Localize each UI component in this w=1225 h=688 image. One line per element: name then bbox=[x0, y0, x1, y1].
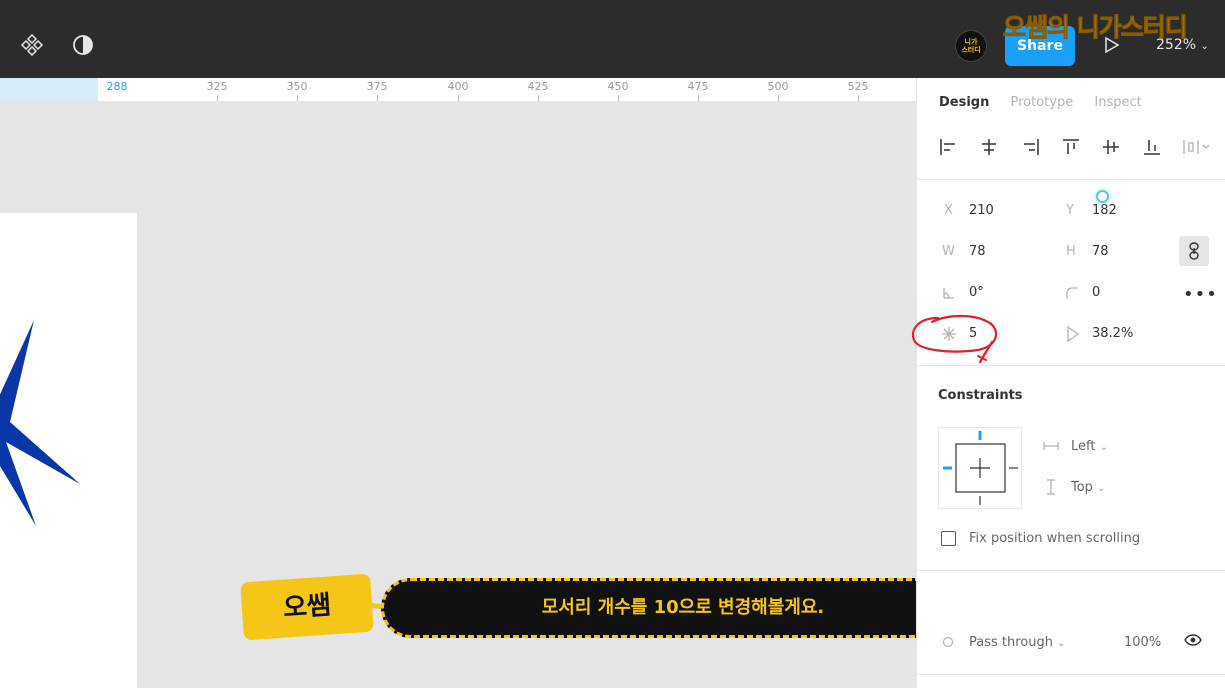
tab-inspect[interactable]: Inspect bbox=[1094, 95, 1141, 110]
h-label: H bbox=[1066, 244, 1076, 259]
ruler-label: 500 bbox=[767, 80, 789, 93]
corner-radius-input[interactable]: 0 bbox=[1092, 285, 1100, 300]
x-input[interactable]: 210 bbox=[969, 203, 994, 218]
top-toolbar: 니가 스터디 Share 오쌤의 니가스터디 252% ⌄ bbox=[0, 0, 1225, 78]
dropdown-value: Left bbox=[1071, 439, 1096, 454]
properties-panel: Design Prototype Inspect X 210 Y 182 W 7… bbox=[916, 78, 1225, 688]
alignment-toolbar bbox=[937, 136, 1217, 160]
component-icon[interactable] bbox=[20, 33, 44, 57]
contrast-icon[interactable] bbox=[71, 33, 95, 57]
divider bbox=[917, 570, 1225, 571]
align-left-icon[interactable] bbox=[937, 136, 959, 158]
divider bbox=[917, 179, 1225, 180]
ruler-selection-highlight bbox=[0, 78, 98, 102]
blend-mode-icon bbox=[942, 636, 954, 648]
speaker-name: 오쌤 bbox=[282, 590, 332, 624]
ruler-label: 400 bbox=[447, 80, 469, 93]
rotation-icon bbox=[943, 288, 954, 299]
cursor-indicator bbox=[1096, 190, 1109, 203]
panel-tabs: Design Prototype Inspect bbox=[939, 95, 1159, 110]
opacity-input[interactable]: 100% bbox=[1124, 635, 1161, 650]
chevron-down-icon: ⌄ bbox=[1099, 442, 1108, 453]
zoom-value: 252% bbox=[1156, 37, 1197, 53]
ruler-tick bbox=[618, 95, 619, 101]
constraint-diagram bbox=[943, 431, 1018, 505]
present-play-icon[interactable] bbox=[1104, 36, 1120, 54]
fix-position-checkbox[interactable] bbox=[941, 531, 956, 546]
star-shape[interactable] bbox=[0, 314, 90, 534]
avatar[interactable]: 니가 스터디 bbox=[955, 30, 987, 62]
ruler-label: 375 bbox=[366, 80, 388, 93]
dropdown-value: Top bbox=[1071, 480, 1093, 495]
y-input[interactable]: 182 bbox=[1092, 203, 1117, 218]
align-bottom-icon[interactable] bbox=[1141, 136, 1163, 158]
red-circle-annotation bbox=[911, 314, 998, 364]
horizontal-constraint-dropdown[interactable]: Left ⌄ bbox=[1071, 439, 1108, 454]
tab-prototype[interactable]: Prototype bbox=[1011, 95, 1074, 110]
caption-bubble: 모서리 개수를 10으로 변경해볼게요. bbox=[381, 578, 985, 638]
tab-design[interactable]: Design bbox=[939, 95, 989, 110]
fix-position-label: Fix position when scrolling bbox=[969, 531, 1141, 546]
ruler-label: 350 bbox=[286, 80, 308, 93]
y-label: Y bbox=[1066, 203, 1074, 218]
blend-mode-dropdown[interactable]: Pass through ⌄ bbox=[969, 635, 1066, 650]
horizontal-ruler: 288 325 350 375 400 425 450 475 500 525 bbox=[0, 78, 916, 102]
ruler-label: 288 bbox=[106, 80, 128, 93]
align-top-icon[interactable] bbox=[1060, 136, 1082, 158]
ruler-tick bbox=[377, 95, 378, 101]
w-label: W bbox=[942, 244, 955, 259]
x-label: X bbox=[944, 203, 953, 218]
rotation-input[interactable]: 0° bbox=[969, 285, 984, 300]
ruler-tick bbox=[538, 95, 539, 101]
ratio-icon bbox=[1067, 326, 1080, 342]
more-options-icon[interactable]: ••• bbox=[1183, 284, 1218, 305]
distribute-icon[interactable] bbox=[1181, 136, 1211, 158]
ruler-tick bbox=[778, 95, 779, 101]
eye-icon[interactable] bbox=[1184, 634, 1202, 646]
ruler-label: 425 bbox=[527, 80, 549, 93]
ruler-tick bbox=[297, 95, 298, 101]
vertical-constraint-dropdown[interactable]: Top ⌄ bbox=[1071, 480, 1105, 495]
chevron-down-icon: ⌄ bbox=[1200, 41, 1209, 52]
ruler-label: 475 bbox=[687, 80, 709, 93]
width-input[interactable]: 78 bbox=[969, 244, 986, 259]
ruler-tick bbox=[217, 95, 218, 101]
ruler-label: 325 bbox=[206, 80, 228, 93]
chevron-down-icon: ⌄ bbox=[1097, 483, 1106, 494]
chevron-down-icon: ⌄ bbox=[1057, 638, 1066, 649]
divider bbox=[917, 674, 1225, 675]
constraints-title: Constraints bbox=[938, 388, 1023, 403]
align-horizontal-center-icon[interactable] bbox=[978, 136, 1000, 158]
corner-radius-icon bbox=[1066, 287, 1078, 299]
align-vertical-center-icon[interactable] bbox=[1100, 136, 1122, 158]
zoom-dropdown[interactable]: 252% ⌄ bbox=[1156, 37, 1209, 53]
constraint-widget[interactable] bbox=[938, 427, 1022, 509]
link-icon bbox=[1189, 242, 1199, 260]
ruler-tick bbox=[458, 95, 459, 101]
ruler-label: 450 bbox=[607, 80, 629, 93]
vertical-constraint-icon bbox=[1047, 479, 1055, 495]
ruler-label: 525 bbox=[847, 80, 869, 93]
height-input[interactable]: 78 bbox=[1092, 244, 1109, 259]
constrain-proportions-button[interactable] bbox=[1179, 236, 1209, 266]
ruler-tick bbox=[858, 95, 859, 101]
ratio-input[interactable]: 38.2% bbox=[1092, 326, 1133, 341]
ruler-tick bbox=[698, 95, 699, 101]
horizontal-constraint-icon bbox=[1043, 442, 1059, 450]
align-right-icon[interactable] bbox=[1020, 136, 1042, 158]
dropdown-value: Pass through bbox=[969, 635, 1053, 650]
